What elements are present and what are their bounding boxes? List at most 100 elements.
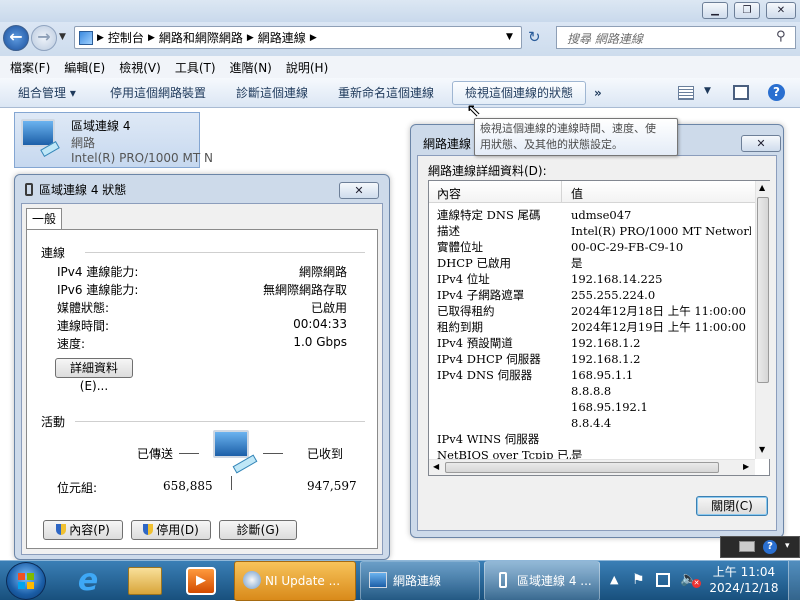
diagnose-button[interactable]: 診斷(G) bbox=[219, 520, 297, 540]
file-explorer-icon[interactable] bbox=[128, 567, 162, 595]
details-listview[interactable]: 內容 值 連線特定 DNS 尾碼 udmse047 描述 Intel(R) PRO/1… bbox=[428, 180, 770, 476]
title-bar: ▁ ❐ ✕ bbox=[0, 0, 800, 22]
details-row[interactable]: DHCP 已啟用 是 bbox=[437, 255, 753, 271]
tab-general[interactable]: 一般 bbox=[26, 208, 62, 230]
breadcrumb-network-connections[interactable]: 網路連線 bbox=[258, 29, 306, 46]
details-row[interactable]: NetBIOS over Tcpip 已...是 bbox=[437, 447, 753, 459]
details-value: 255.255.224.0 bbox=[571, 288, 656, 302]
navigation-bar: ← → ▼ ▶ 控制台 ▶ 網路和網際網路 ▶ 網路連線 ▶ ▼ ↻ 搜尋 網路… bbox=[0, 22, 800, 56]
details-row[interactable]: 168.95.192.1 bbox=[437, 399, 753, 415]
more-commands-button[interactable]: » bbox=[594, 78, 602, 108]
details-row[interactable]: 實體位址 00-0C-29-FB-C9-10 bbox=[437, 239, 753, 255]
column-header-property[interactable]: 內容 bbox=[437, 185, 461, 202]
details-row[interactable]: IPv4 DHCP 伺服器 192.168.1.2 bbox=[437, 351, 753, 367]
close-button[interactable]: 關閉(C) bbox=[696, 496, 768, 516]
maximize-button[interactable]: ❐ bbox=[734, 2, 760, 19]
horizontal-scrollbar[interactable]: ◀ ▶ bbox=[429, 459, 755, 475]
scroll-left-arrow[interactable]: ◀ bbox=[433, 462, 439, 471]
speed-row: 速度: 1.0 Gbps bbox=[57, 335, 347, 351]
taskbar-local-area-status[interactable]: 區域連線 4 ... bbox=[484, 561, 600, 601]
search-icon[interactable]: ⚲ bbox=[776, 29, 786, 44]
details-row[interactable]: IPv4 預設閘道 192.168.1.2 bbox=[437, 335, 753, 351]
scroll-up-arrow[interactable]: ▲ bbox=[759, 183, 765, 192]
close-window-button[interactable]: ✕ bbox=[766, 2, 796, 19]
details-row[interactable]: 租約到期 2024年12月19日 上午 11:00:00 bbox=[437, 319, 753, 335]
properties-button[interactable]: 內容(P) bbox=[43, 520, 123, 540]
help-icon[interactable]: ? bbox=[768, 84, 785, 101]
connection-type: 網路 bbox=[71, 136, 96, 150]
details-value: 是 bbox=[571, 448, 583, 459]
search-input[interactable]: 搜尋 網路連線 bbox=[556, 26, 796, 49]
media-player-icon[interactable]: ▶ bbox=[186, 567, 216, 595]
keyboard-icon[interactable] bbox=[739, 541, 755, 552]
details-row[interactable]: 8.8.8.8 bbox=[437, 383, 753, 399]
menu-advanced[interactable]: 進階(N) bbox=[230, 59, 272, 76]
action-center-flag-icon[interactable]: ⚑ bbox=[632, 572, 645, 588]
connection-name: 區域連線 4 bbox=[71, 119, 131, 133]
vertical-scrollbar[interactable]: ▲ ▼ bbox=[755, 181, 770, 459]
details-property: 租約到期 bbox=[437, 320, 483, 334]
breadcrumb-network-internet[interactable]: 網路和網際網路 bbox=[159, 29, 243, 46]
details-value: 8.8.8.8 bbox=[571, 384, 612, 398]
network-connections-icon bbox=[369, 572, 387, 588]
clock[interactable]: 上午 11:04 2024/12/18 bbox=[708, 564, 780, 596]
details-dialog-close-button[interactable]: ✕ bbox=[741, 135, 781, 152]
details-row[interactable]: 連線特定 DNS 尾碼 udmse047 bbox=[437, 207, 753, 223]
diagnose-connection-button[interactable]: 診斷這個連線 bbox=[236, 78, 308, 108]
details-row[interactable]: IPv4 DNS 伺服器 168.95.1.1 bbox=[437, 367, 753, 383]
details-dialog: 網路連線 ✕ 網路連線詳細資料(D): 內容 值 連線特定 DNS 尾碼 udms… bbox=[410, 124, 784, 538]
address-history-dropdown[interactable]: ▼ bbox=[506, 32, 513, 42]
disable-device-button[interactable]: 停用這個網路裝置 bbox=[110, 78, 206, 108]
back-button[interactable]: ← bbox=[3, 25, 29, 51]
recent-pages-dropdown[interactable]: ▼ bbox=[59, 32, 66, 42]
details-row[interactable]: IPv4 WINS 伺服器 bbox=[437, 431, 753, 447]
breadcrumb-control-panel[interactable]: 控制台 bbox=[108, 29, 144, 46]
menu-help[interactable]: 說明(H) bbox=[286, 59, 328, 76]
rename-connection-button[interactable]: 重新命名這個連線 bbox=[338, 78, 434, 108]
details-row[interactable]: 已取得租約 2024年12月18日 上午 11:00:00 bbox=[437, 303, 753, 319]
change-view-icon[interactable] bbox=[678, 86, 694, 100]
details-property: IPv4 預設閘道 bbox=[437, 336, 513, 350]
start-button[interactable] bbox=[6, 562, 46, 600]
h-scroll-thumb[interactable] bbox=[445, 462, 719, 473]
connection-item-local-area-4[interactable]: 區域連線 4 網路 Intel(R) PRO/1000 MT N bbox=[14, 112, 213, 168]
show-desktop-button[interactable] bbox=[788, 561, 800, 601]
refresh-icon[interactable]: ↻ bbox=[528, 28, 541, 46]
column-header-value[interactable]: 值 bbox=[571, 185, 583, 202]
language-help-icon[interactable]: ? bbox=[763, 540, 777, 554]
address-bar[interactable]: ▶ 控制台 ▶ 網路和網際網路 ▶ 網路連線 ▶ bbox=[74, 26, 522, 49]
show-hidden-icons[interactable]: ▲ bbox=[610, 573, 618, 586]
bytes-sent-value: 658,885 bbox=[163, 479, 213, 493]
forward-button[interactable]: → bbox=[31, 25, 57, 51]
internet-explorer-icon[interactable]: e bbox=[70, 566, 106, 596]
scroll-right-arrow[interactable]: ▶ bbox=[743, 462, 749, 471]
details-value: 168.95.192.1 bbox=[571, 400, 648, 414]
details-value: 192.168.1.2 bbox=[571, 336, 641, 350]
preview-pane-icon[interactable] bbox=[733, 85, 749, 100]
back-arrow-icon: ← bbox=[9, 27, 23, 46]
taskbar-ni-update[interactable]: NI Update ... bbox=[234, 561, 356, 601]
organize-button[interactable]: 組合管理 ▾ bbox=[18, 78, 76, 108]
scroll-down-arrow[interactable]: ▼ bbox=[759, 445, 765, 454]
sent-label: 已傳送 bbox=[137, 447, 174, 461]
menu-file[interactable]: 檔案(F) bbox=[10, 59, 50, 76]
menu-tools[interactable]: 工具(T) bbox=[175, 59, 216, 76]
ni-update-icon bbox=[243, 571, 261, 589]
language-options-icon[interactable]: ▾ bbox=[785, 541, 790, 551]
details-row[interactable]: IPv4 位址 192.168.14.225 bbox=[437, 271, 753, 287]
minimize-button[interactable]: ▁ bbox=[702, 2, 728, 19]
menu-edit[interactable]: 編輯(E) bbox=[64, 59, 105, 76]
details-value: 192.168.1.2 bbox=[571, 352, 641, 366]
scroll-thumb[interactable] bbox=[757, 197, 769, 383]
menu-view[interactable]: 檢視(V) bbox=[119, 59, 161, 76]
taskbar-network-connections[interactable]: 網路連線 bbox=[360, 561, 480, 601]
status-dialog-close-button[interactable]: ✕ bbox=[339, 182, 379, 199]
details-row[interactable]: 8.8.4.4 bbox=[437, 415, 753, 431]
details-row[interactable]: IPv4 子網路遮罩 255.255.224.0 bbox=[437, 287, 753, 303]
details-row[interactable]: 描述 Intel(R) PRO/1000 MT Network Conn bbox=[437, 223, 753, 239]
details-button[interactable]: 詳細資料(E)... bbox=[55, 358, 133, 393]
disable-button[interactable]: 停用(D) bbox=[131, 520, 211, 540]
network-tray-icon[interactable] bbox=[656, 573, 670, 587]
menu-bar: 檔案(F) 編輯(E) 檢視(V) 工具(T) 進階(N) 說明(H) bbox=[0, 56, 800, 78]
view-dropdown-arrow[interactable]: ▼ bbox=[704, 86, 711, 96]
